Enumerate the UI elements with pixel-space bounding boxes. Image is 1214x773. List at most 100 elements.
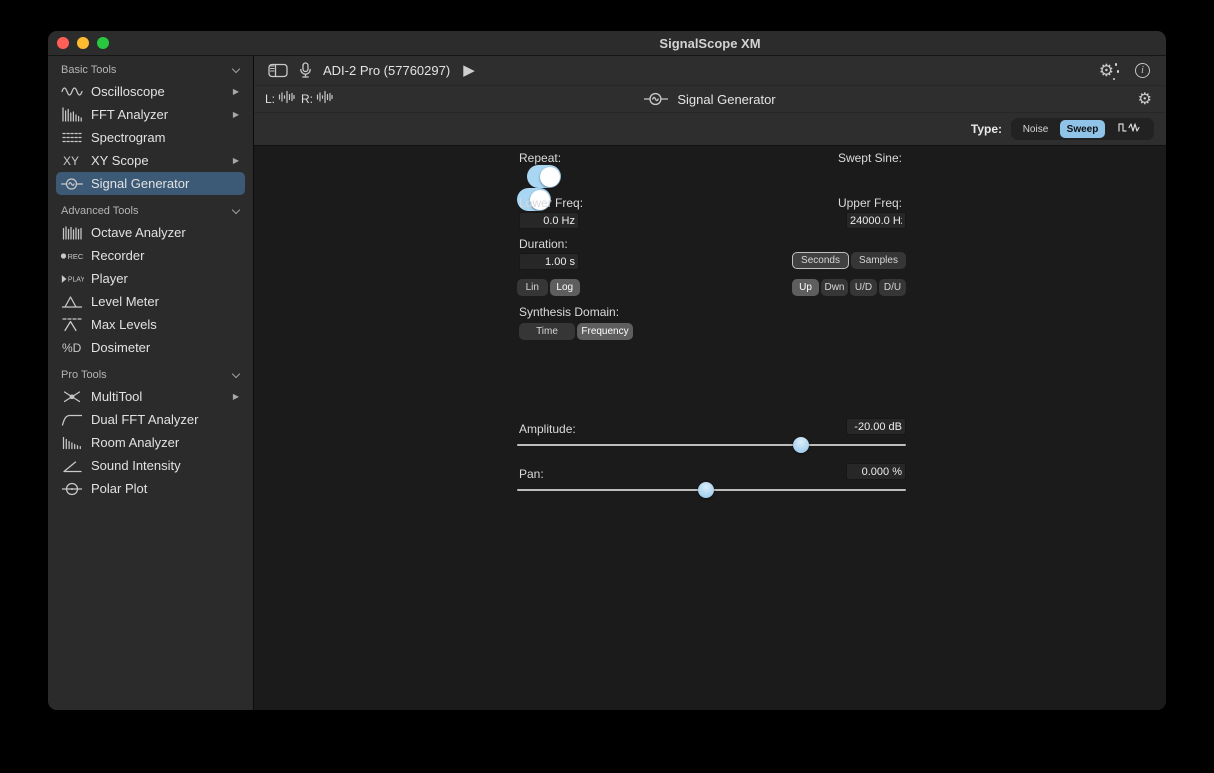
section-label: Basic Tools xyxy=(61,64,116,76)
upper-freq-label: Upper Freq: xyxy=(838,196,902,210)
amplitude-slider[interactable] xyxy=(517,437,906,453)
sidebar-item-signal-generator[interactable]: Signal Generator xyxy=(56,172,245,195)
section-basic-tools: Basic Tools Oscilloscope ▶ FFT Analyzer … xyxy=(48,60,253,195)
polar-plot-icon xyxy=(60,481,84,497)
main-toolbar: ADI-2 Pro (57760297) ▶ ⚙ i xyxy=(254,56,1166,86)
tool-settings-gear-icon[interactable]: ⚙ xyxy=(1138,89,1152,109)
up-option[interactable]: Up xyxy=(792,279,819,296)
lower-freq-input[interactable] xyxy=(519,212,579,229)
chevron-down-icon xyxy=(232,369,240,377)
xy-scope-icon: XY xyxy=(60,153,84,168)
time-option[interactable]: Time xyxy=(519,323,575,340)
sidebar-item-recorder[interactable]: REC Recorder xyxy=(56,244,245,267)
sidebar-item-oscilloscope[interactable]: Oscilloscope ▶ xyxy=(56,80,245,103)
sidebar-item-xy-scope[interactable]: XY XY Scope ▶ xyxy=(56,149,245,172)
synthesis-domain-label: Synthesis Domain: xyxy=(519,305,619,319)
main-area: ADI-2 Pro (57760297) ▶ ⚙ i L: xyxy=(254,56,1166,711)
section-label: Advanced Tools xyxy=(61,205,138,217)
sidebar-item-dual-fft-analyzer[interactable]: Dual FFT Analyzer xyxy=(56,408,245,431)
sidebar-item-octave-analyzer[interactable]: Octave Analyzer xyxy=(56,221,245,244)
pan-slider-thumb[interactable] xyxy=(698,482,714,498)
svg-text:%D: %D xyxy=(62,341,82,355)
sidebar-item-multitool[interactable]: MultiTool ▶ xyxy=(56,385,245,408)
channel-toolbar: L: R: Signal Generator ⚙ xyxy=(254,86,1166,113)
sidebar-item-label: Dosimeter xyxy=(91,340,150,355)
left-channel-waveform-icon[interactable] xyxy=(278,90,295,109)
tool-title-group: Signal Generator xyxy=(254,90,1166,108)
sidebar-item-fft-analyzer[interactable]: FFT Analyzer ▶ xyxy=(56,103,245,126)
type-segment: Noise Sweep xyxy=(1011,118,1154,140)
section-header-basic-tools[interactable]: Basic Tools xyxy=(48,60,253,80)
sidebar-item-room-analyzer[interactable]: Room Analyzer xyxy=(56,431,245,454)
type-label: Type: xyxy=(971,122,1002,136)
microphone-icon[interactable] xyxy=(299,62,312,79)
lin-option[interactable]: Lin xyxy=(517,279,548,296)
sidebar-item-label: Oscilloscope xyxy=(91,84,165,99)
dwn-option[interactable]: Dwn xyxy=(821,279,848,296)
sidebar-item-sound-intensity[interactable]: Sound Intensity xyxy=(56,454,245,477)
pan-slider[interactable] xyxy=(517,482,906,498)
submenu-arrow-icon: ▶ xyxy=(233,110,239,119)
svg-text:REC: REC xyxy=(68,252,84,261)
duration-unit-segment: Seconds Samples xyxy=(792,252,906,269)
spectrogram-icon xyxy=(60,130,84,145)
sidebar-item-max-levels[interactable]: Max Levels xyxy=(56,313,245,336)
sweep-scale-segment: Lin Log xyxy=(517,279,580,296)
duration-input[interactable] xyxy=(519,253,579,270)
sidebar-item-polar-plot[interactable]: Polar Plot xyxy=(56,477,245,500)
sidebar-item-label: Room Analyzer xyxy=(91,435,179,450)
repeat-toggle[interactable] xyxy=(527,165,561,188)
frequency-option[interactable]: Frequency xyxy=(577,323,633,340)
sidebar-item-spectrogram[interactable]: Spectrogram xyxy=(56,126,245,149)
type-option-noise[interactable]: Noise xyxy=(1013,120,1058,138)
right-channel-waveform-icon[interactable] xyxy=(316,90,333,109)
sidebar-item-level-meter[interactable]: Level Meter xyxy=(56,290,245,313)
pan-input[interactable] xyxy=(846,463,906,480)
fft-analyzer-icon xyxy=(60,107,84,122)
type-option-sweep[interactable]: Sweep xyxy=(1060,120,1105,138)
amplitude-input[interactable] xyxy=(846,418,906,435)
sidebar-item-label: Spectrogram xyxy=(91,130,165,145)
processing-settings-icon[interactable]: ⚙ xyxy=(1099,62,1114,79)
slider-track xyxy=(517,444,906,446)
samples-option[interactable]: Samples xyxy=(851,252,906,269)
left-channel-label: L: xyxy=(265,92,275,106)
sidebar-item-player[interactable]: PLAY Player xyxy=(56,267,245,290)
lower-freq-label: Lower Freq: xyxy=(519,196,583,210)
sparkle-dot xyxy=(1113,78,1116,81)
sidebar-item-dosimeter[interactable]: %D Dosimeter xyxy=(56,336,245,359)
du-option[interactable]: D/U xyxy=(879,279,906,296)
oscilloscope-icon xyxy=(60,84,84,99)
chevron-down-icon xyxy=(232,205,240,213)
gear-glyph: ⚙ xyxy=(1099,62,1114,79)
close-button[interactable] xyxy=(57,37,69,49)
upper-freq-input[interactable] xyxy=(846,212,906,229)
log-option[interactable]: Log xyxy=(550,279,581,296)
sidebar-toggle-icon[interactable] xyxy=(268,63,288,78)
app-window: SignalScope XM Basic Tools Oscilloscope … xyxy=(47,30,1167,711)
type-option-custom-wave[interactable] xyxy=(1107,120,1152,138)
section-advanced-tools: Advanced Tools Octave Analyzer REC Recor… xyxy=(48,201,253,359)
sidebar-item-label: Player xyxy=(91,271,128,286)
device-name[interactable]: ADI-2 Pro (57760297) xyxy=(323,63,450,78)
sidebar: Basic Tools Oscilloscope ▶ FFT Analyzer … xyxy=(48,56,254,711)
info-icon[interactable]: i xyxy=(1135,63,1150,78)
sidebar-item-label: Dual FFT Analyzer xyxy=(91,412,198,427)
octave-analyzer-icon xyxy=(60,225,84,240)
play-button[interactable]: ▶ xyxy=(463,63,475,78)
pan-label: Pan: xyxy=(519,467,544,481)
swept-sine-label: Swept Sine: xyxy=(838,151,902,165)
section-header-pro-tools[interactable]: Pro Tools xyxy=(48,365,253,385)
repeat-label: Repeat: xyxy=(519,151,561,165)
toggle-knob xyxy=(540,167,560,187)
play-icon: PLAY xyxy=(60,272,84,285)
section-header-advanced-tools[interactable]: Advanced Tools xyxy=(48,201,253,221)
amplitude-slider-thumb[interactable] xyxy=(793,437,809,453)
zoom-button[interactable] xyxy=(97,37,109,49)
sparkle-dot xyxy=(1115,63,1118,66)
sidebar-item-label: Polar Plot xyxy=(91,481,147,496)
ud-option[interactable]: U/D xyxy=(850,279,877,296)
dual-fft-icon xyxy=(60,412,84,427)
seconds-option[interactable]: Seconds xyxy=(792,252,849,269)
minimize-button[interactable] xyxy=(77,37,89,49)
